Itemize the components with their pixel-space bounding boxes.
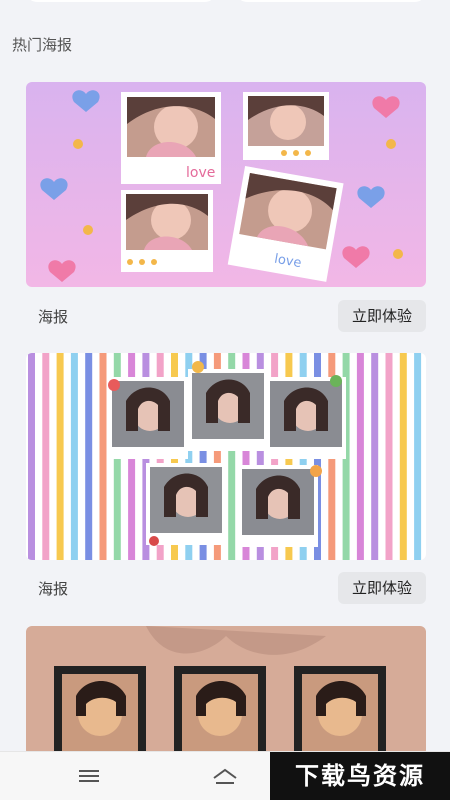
- poster-2-label: 海报: [38, 580, 69, 598]
- poster-2-row: 海报 立即体验: [26, 572, 426, 604]
- try-now-button-2[interactable]: 立即体验: [337, 572, 426, 604]
- top-card-left[interactable]: [26, 0, 216, 2]
- poster-rainbow-template[interactable]: [26, 353, 426, 560]
- poster-1-label: 海报: [38, 308, 69, 326]
- poster-1-image: love love: [26, 82, 426, 287]
- top-card-right[interactable]: [236, 0, 426, 2]
- poster-2-image: [26, 353, 426, 560]
- menu-icon[interactable]: [74, 762, 104, 790]
- poster-1-caption-1: love: [186, 165, 215, 181]
- home-icon[interactable]: [210, 762, 240, 790]
- top-card-row: [0, 0, 450, 4]
- section-title: 热门海报: [12, 36, 73, 54]
- poster-frame-template[interactable]: [26, 626, 426, 756]
- poster-3-image: [26, 626, 426, 756]
- bottom-navigation-bar: 下载鸟资源: [0, 751, 450, 800]
- poster-1-row: 海报 立即体验: [26, 300, 426, 332]
- poster-love-template[interactable]: love love: [26, 82, 426, 287]
- watermark-logo: 下载鸟资源: [270, 752, 450, 800]
- try-now-button-1[interactable]: 立即体验: [337, 300, 426, 332]
